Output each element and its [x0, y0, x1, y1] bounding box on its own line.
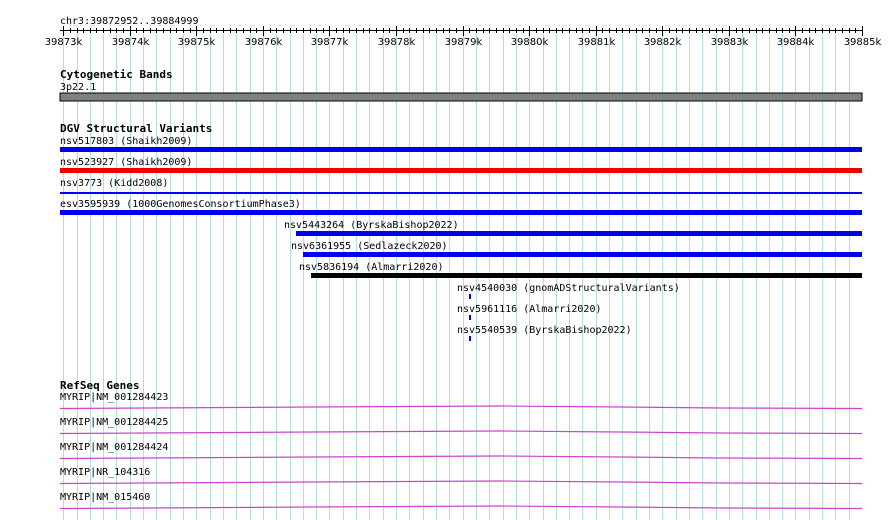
ruler-tick-label: 39876k — [245, 37, 283, 48]
sv-feature-bar[interactable] — [469, 294, 471, 299]
gene-label: MYRIP|NM_001284423 — [60, 392, 168, 403]
sv-label: nsv6361955 (Sedlazeck2020) — [291, 241, 448, 252]
sv-feature-bar[interactable] — [60, 147, 862, 152]
cytoband-label: 3p22.1 — [60, 82, 96, 93]
gene-transcript-line[interactable] — [59, 455, 863, 460]
gene-transcript-line[interactable] — [59, 405, 863, 410]
sv-feature-bar[interactable] — [60, 210, 862, 215]
sv-feature-bar[interactable] — [60, 168, 862, 173]
sv-label: nsv3773 (Kidd2008) — [60, 178, 168, 189]
region-label: chr3:39872952..39884999 — [60, 16, 198, 27]
ruler-tick-label: 39884k — [777, 37, 815, 48]
sv-label: nsv5540539 (ByrskaBishop2022) — [457, 325, 632, 336]
cytoband-track-title: Cytogenetic Bands — [60, 68, 173, 81]
gene-transcript-line[interactable] — [59, 430, 863, 435]
refseq-track[interactable]: RefSeq Genes MYRIP|NM_001284423MYRIP|NM_… — [59, 379, 863, 510]
gene-transcript-line[interactable] — [59, 505, 863, 510]
cytoband-track[interactable]: Cytogenetic Bands 3p22.1 — [59, 68, 863, 102]
sv-feature-bar[interactable] — [469, 336, 471, 341]
sv-feature-bar[interactable] — [311, 273, 862, 278]
sv-label: nsv523927 (Shaikh2009) — [60, 157, 192, 168]
sv-feature-bar[interactable] — [60, 192, 862, 194]
ruler-tick-label: 39873k — [45, 37, 83, 48]
sv-feature-bar[interactable] — [469, 315, 471, 320]
dgv-track-title: DGV Structural Variants — [60, 122, 212, 135]
sv-feature-bar[interactable] — [296, 231, 862, 236]
sv-label: nsv5443264 (ByrskaBishop2022) — [284, 220, 459, 231]
refseq-features[interactable]: MYRIP|NM_001284423 MYRIP|NM_001284425 MYRI… — [59, 392, 863, 510]
gene-label: MYRIP|NM_001284424 — [60, 442, 168, 453]
sv-label: nsv517803 (Shaikh2009) — [60, 136, 192, 147]
sv-label: esv3595939 (1000GenomesConsortiumPhase3) — [60, 199, 301, 210]
ruler-tick-label: 39875k — [178, 37, 216, 48]
genome-browser-canvas[interactable]: chr3:39872952..39884999 39873k 39874k 3987… — [0, 0, 890, 520]
refseq-track-title: RefSeq Genes — [60, 379, 139, 392]
sv-label: nsv5961116 (Almarri2020) — [457, 304, 602, 315]
sv-label: nsv5836194 (Almarri2020) — [299, 262, 444, 273]
genome-browser-view[interactable]: chr3:39872952..39884999 39873k 39874k 3987… — [0, 0, 890, 520]
ruler-tick-label: 39874k — [112, 37, 150, 48]
sv-label: nsv4540030 (gnomADStructuralVariants) — [457, 283, 680, 294]
ruler-tick-label: 39879k — [445, 37, 483, 48]
ruler-tick-label: 39881k — [578, 37, 616, 48]
gene-label: MYRIP|NR_104316 — [60, 467, 150, 478]
ruler-tick-label: 39878k — [378, 37, 416, 48]
ruler-tick-label: 39885k — [844, 37, 882, 48]
gene-label: MYRIP|NM_001284425 — [60, 417, 168, 428]
dgv-track[interactable]: DGV Structural Variants nsv517803 (Shaik… — [60, 122, 862, 341]
cytoband-bar[interactable] — [59, 92, 863, 102]
ruler-tick-label: 39883k — [711, 37, 749, 48]
ruler-tick-label: 39882k — [644, 37, 682, 48]
sv-feature-bar[interactable] — [303, 252, 862, 257]
ruler-tick-label: 39877k — [311, 37, 349, 48]
gene-transcript-line[interactable] — [59, 480, 863, 485]
gene-label: MYRIP|NM_015460 — [60, 492, 150, 503]
ruler-tick-label: 39880k — [511, 37, 549, 48]
dgv-features[interactable]: nsv517803 (Shaikh2009) nsv523927 (Shaikh2… — [60, 136, 862, 341]
